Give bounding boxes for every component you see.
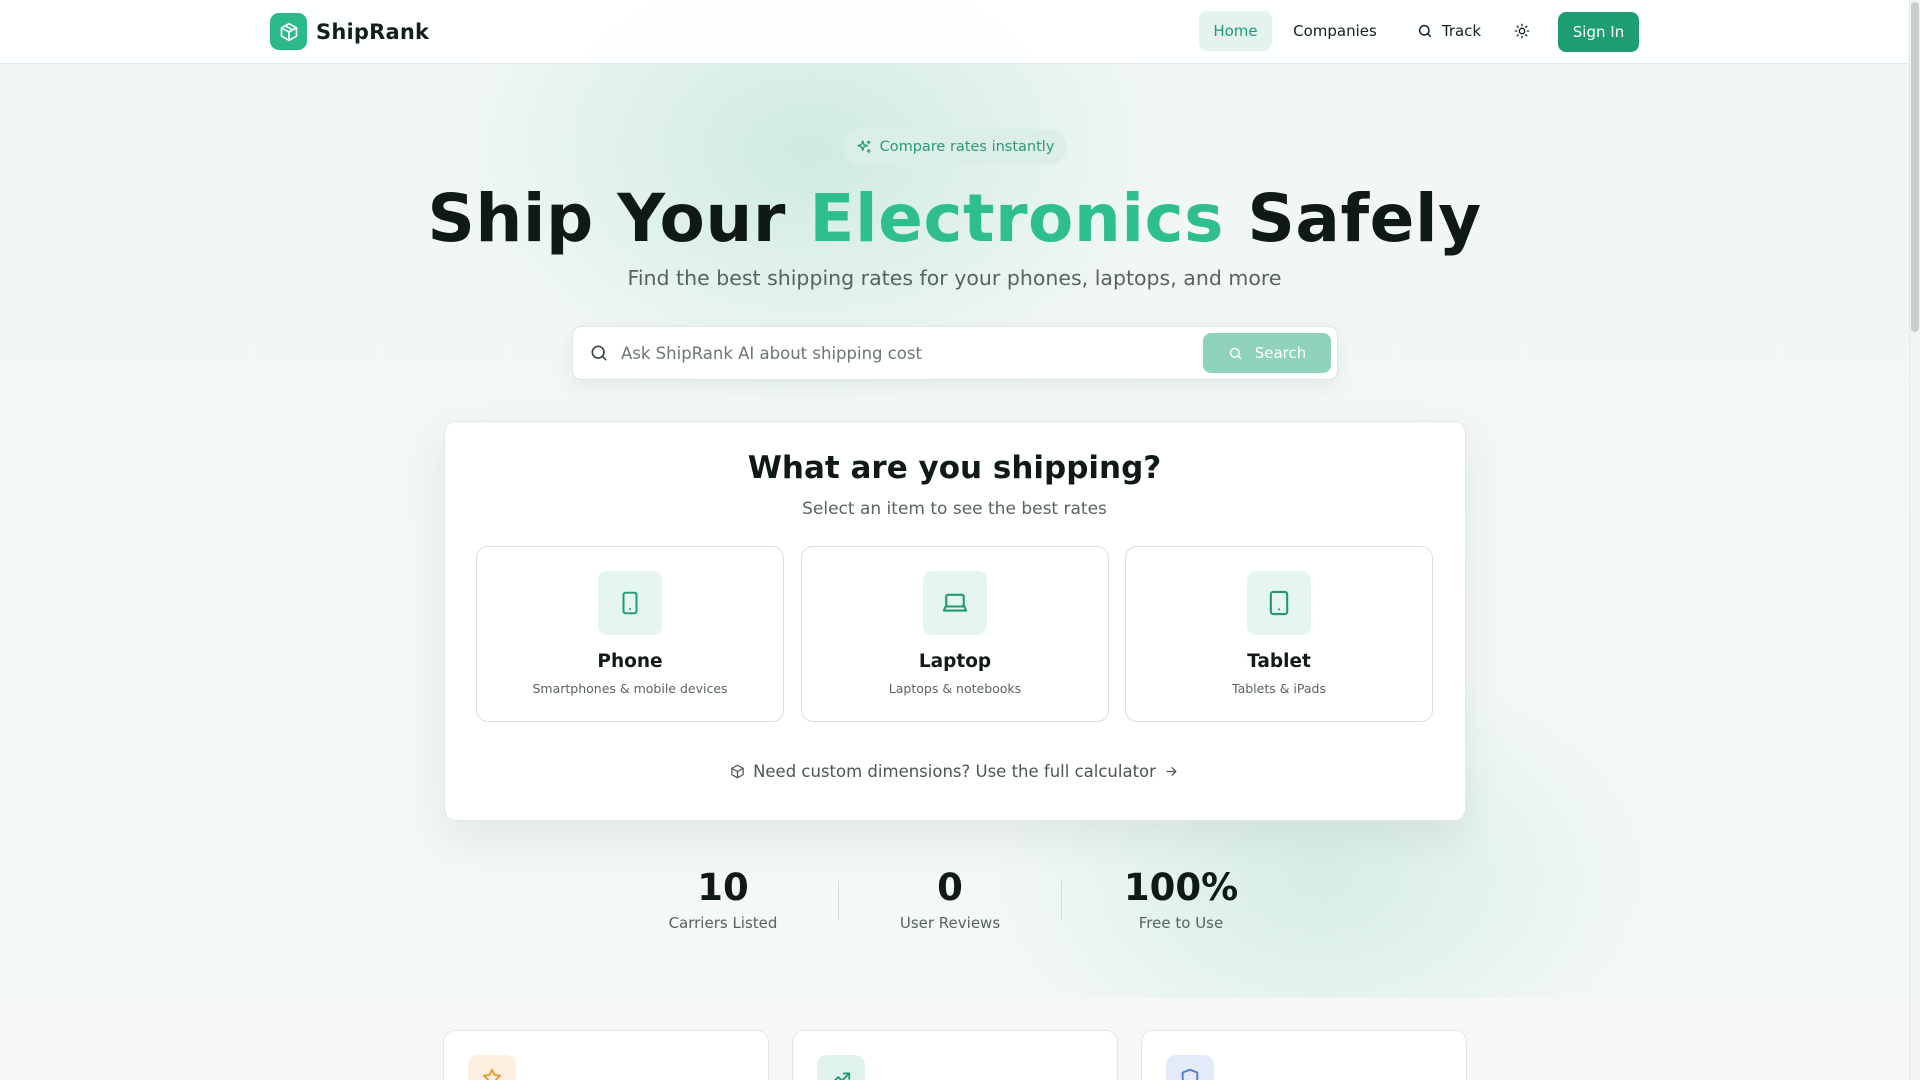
stat-label: Carriers Listed <box>668 914 778 932</box>
search-button[interactable]: Search <box>1203 333 1331 373</box>
brand-name: ShipRank <box>316 19 430 44</box>
option-label: Laptop <box>918 651 992 672</box>
compare-rates-badge: Compare rates instantly <box>843 129 1067 164</box>
arrow-right-icon <box>1166 767 1177 776</box>
sign-in-button[interactable]: Sign In <box>1558 12 1639 52</box>
tablet-icon <box>1247 571 1311 635</box>
search-icon <box>589 343 611 365</box>
search-button-label: Search <box>1254 344 1307 362</box>
nav-track[interactable]: Track <box>1403 11 1495 51</box>
search-icon <box>1229 347 1241 359</box>
stat-value: 10 <box>697 866 749 909</box>
search-icon <box>1418 24 1431 38</box>
stat-reviews: 0 User Reviews <box>850 866 1050 932</box>
feature-card <box>792 1030 1118 1080</box>
full-calculator-link[interactable]: Need custom dimensions? Use the full cal… <box>0 762 1909 781</box>
option-description: Tablets & iPads <box>1232 681 1326 696</box>
card-title: What are you shipping? <box>747 450 1162 486</box>
package-logo-icon <box>270 13 307 50</box>
card-subtitle: Select an item to see the best rates <box>802 499 1107 519</box>
nav-track-label: Track <box>1441 22 1482 40</box>
top-navbar: ShipRank Home Companies Track Sign In <box>0 0 1909 64</box>
option-tablet[interactable]: Tablet Tablets & iPads <box>1125 546 1433 722</box>
option-description: Smartphones & mobile devices <box>532 681 728 696</box>
theme-toggle-button[interactable] <box>1506 15 1538 47</box>
stat-label: User Reviews <box>899 914 1001 932</box>
brand[interactable]: ShipRank <box>270 13 429 50</box>
hero-title: Ship Your Electronics Safely <box>0 180 1909 257</box>
hero-title-accent: Electronics <box>809 180 1224 257</box>
laptop-icon <box>923 571 987 635</box>
option-phone[interactable]: Phone Smartphones & mobile devices <box>476 546 784 722</box>
stat-divider <box>1061 880 1062 920</box>
option-label: Phone <box>597 651 663 672</box>
shield-icon <box>1166 1055 1214 1080</box>
search-input[interactable] <box>621 335 1231 371</box>
ai-search-bar: Search <box>572 326 1338 380</box>
stat-free: 100% Free to Use <box>1081 866 1281 932</box>
stat-divider <box>838 880 839 920</box>
stat-label: Free to Use <box>1138 914 1224 932</box>
sun-icon <box>1514 23 1530 39</box>
package-icon <box>731 764 744 779</box>
feature-card <box>443 1030 769 1080</box>
compare-rates-text: Compare rates instantly <box>879 138 1055 155</box>
trending-up-icon <box>817 1055 865 1080</box>
nav-home[interactable]: Home <box>1199 11 1272 51</box>
option-label: Tablet <box>1247 651 1311 672</box>
stat-value: 0 <box>937 866 963 909</box>
stat-carriers: 10 Carriers Listed <box>623 866 823 932</box>
full-calculator-text: Need custom dimensions? Use the full cal… <box>753 762 1156 781</box>
smartphone-icon <box>598 571 662 635</box>
nav-companies[interactable]: Companies <box>1285 11 1385 51</box>
option-description: Laptops & notebooks <box>888 681 1022 696</box>
page-scrollbar-thumb[interactable] <box>1911 2 1919 332</box>
sparkles-icon <box>856 139 871 153</box>
hero-subtitle: Find the best shipping rates for your ph… <box>627 266 1282 290</box>
star-icon <box>468 1055 516 1080</box>
feature-card <box>1141 1030 1467 1080</box>
hero-title-start: Ship Your <box>427 180 810 257</box>
option-laptop[interactable]: Laptop Laptops & notebooks <box>801 546 1109 722</box>
stat-value: 100% <box>1123 866 1239 909</box>
hero-title-end: Safely <box>1223 180 1482 257</box>
